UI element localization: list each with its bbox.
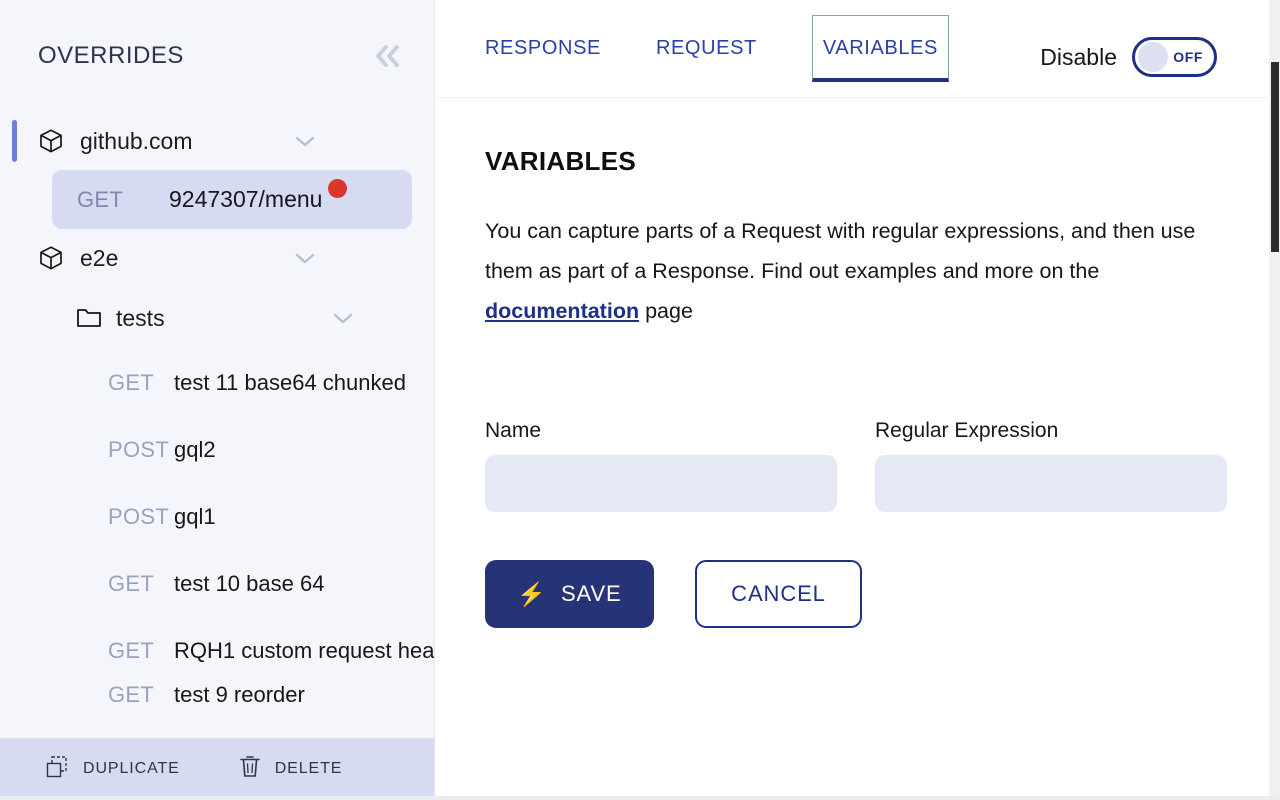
request-name: gql1 (174, 503, 216, 529)
request-name: 9247307/menu (169, 186, 323, 212)
main-panel: RESPONSE REQUEST VARIABLES Disable OFF V… (435, 0, 1280, 800)
duplicate-icon (44, 754, 70, 785)
disable-toggle[interactable]: OFF (1132, 37, 1217, 77)
cube-icon (38, 128, 64, 154)
variables-panel: VARIABLES You can capture parts of a Req… (435, 98, 1280, 800)
panel-description: You can capture parts of a Request with … (485, 211, 1230, 331)
request-method: GET (77, 186, 124, 212)
request-method: GET (108, 570, 155, 596)
page-title: VARIABLES (485, 146, 637, 176)
regex-input[interactable] (875, 455, 1227, 512)
description-text-part2: page (639, 299, 693, 323)
folder-icon (76, 306, 102, 330)
toggle-knob (1138, 42, 1168, 72)
cancel-label: CANCEL (731, 581, 826, 606)
tab-response[interactable]: RESPONSE (485, 37, 601, 60)
disable-label: Disable (1040, 43, 1117, 70)
window-bottom-divider (0, 796, 1280, 800)
delete-button[interactable]: DELETE (238, 754, 343, 785)
request-method: POST (108, 503, 170, 529)
name-input[interactable] (485, 455, 837, 512)
tree-request-item[interactable]: POST gql1 (0, 483, 434, 550)
cube-icon (38, 245, 64, 271)
name-field-label: Name (485, 419, 542, 442)
chevron-down-icon[interactable] (332, 307, 354, 329)
double-chevron-left-icon[interactable] (368, 36, 408, 76)
toggle-state-label: OFF (1173, 49, 1203, 65)
request-method: POST (108, 436, 170, 462)
name-field-group: Name (485, 419, 837, 512)
tree-request-item[interactable]: GET test 9 reorder (0, 684, 434, 706)
sidebar-action-bar: DUPLICATE DELETE (0, 738, 434, 800)
selected-group-accent-bar (12, 120, 17, 162)
documentation-link[interactable]: documentation (485, 299, 639, 323)
tree-request-item[interactable]: GET test 10 base 64 (0, 550, 434, 617)
disable-control: Disable OFF (1040, 37, 1217, 77)
variable-form: Name Regular Expression (485, 419, 1230, 512)
request-name: test 9 reorder (174, 684, 305, 706)
regex-field-label: Regular Expression (875, 419, 1059, 442)
page-scrollbar-track[interactable] (1269, 0, 1280, 800)
overrides-tree: github.com GET 9247307/menu e2e tests GE… (0, 112, 434, 738)
tab-request[interactable]: REQUEST (656, 37, 757, 60)
form-actions: ⚡ SAVE CANCEL (485, 560, 1230, 628)
tree-group-label: github.com (80, 127, 193, 154)
duplicate-label: DUPLICATE (83, 760, 180, 777)
duplicate-button[interactable]: DUPLICATE (44, 754, 180, 785)
request-name: gql2 (174, 436, 216, 462)
tree-folder-label: tests (116, 304, 165, 331)
request-name: RQH1 custom request header (174, 637, 434, 663)
tree-group-github[interactable]: github.com (0, 112, 434, 170)
lightning-bolt-icon: ⚡ (517, 580, 547, 607)
chevron-down-icon[interactable] (294, 247, 316, 269)
trash-icon (238, 754, 262, 785)
overrides-sidebar: OVERRIDES github.com GET 9247307/menu e2… (0, 0, 435, 800)
request-method: GET (108, 637, 155, 663)
save-button[interactable]: ⚡ SAVE (485, 560, 654, 628)
tree-request-item[interactable]: GET test 11 base64 chunked (0, 349, 434, 416)
tree-request-item[interactable]: GET RQH1 custom request header (0, 617, 434, 684)
tree-group-e2e[interactable]: e2e (0, 229, 434, 287)
tree-folder-tests[interactable]: tests (0, 287, 434, 349)
red-dot-badge-icon (328, 179, 348, 198)
request-method: GET (108, 684, 155, 706)
page-scrollbar-thumb[interactable] (1271, 62, 1279, 252)
tree-request-selected[interactable]: GET 9247307/menu (52, 170, 412, 229)
sidebar-title: OVERRIDES (38, 42, 184, 69)
tab-bar: RESPONSE REQUEST VARIABLES Disable OFF (435, 0, 1280, 98)
app-root: OVERRIDES github.com GET 9247307/menu e2… (0, 0, 1280, 800)
tree-request-item[interactable]: POST gql2 (0, 416, 434, 483)
sidebar-header: OVERRIDES (0, 0, 434, 112)
tab-variables[interactable]: VARIABLES (811, 15, 949, 82)
delete-label: DELETE (274, 760, 343, 777)
tree-group-label: e2e (80, 244, 119, 271)
description-text-part1: You can capture parts of a Request with … (485, 219, 1196, 283)
request-name: test 10 base 64 (174, 570, 325, 596)
regex-field-group: Regular Expression (875, 419, 1227, 512)
save-label: SAVE (560, 581, 622, 606)
cancel-button[interactable]: CANCEL (695, 560, 862, 628)
request-method: GET (108, 369, 155, 395)
chevron-down-icon[interactable] (294, 130, 316, 152)
request-name: test 11 base64 chunked (174, 369, 406, 395)
